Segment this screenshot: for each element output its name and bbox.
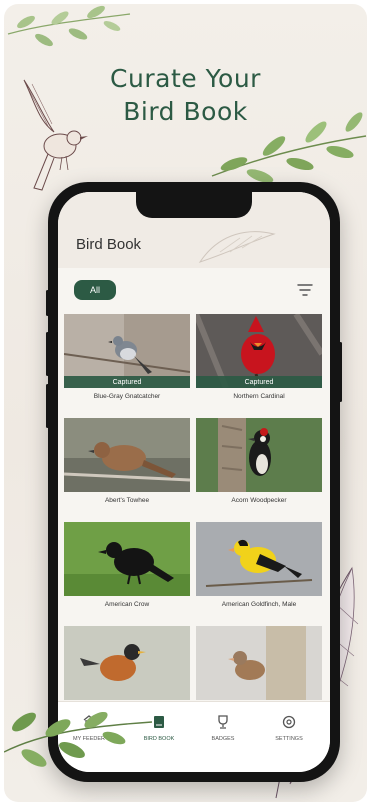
promo-card: Curate Your Bird Book Bird Book All Capt… bbox=[4, 4, 367, 802]
bird-photo bbox=[196, 418, 322, 492]
filter-chip-all[interactable]: All bbox=[74, 280, 116, 300]
leaf-branch-bottom-left-icon bbox=[4, 711, 153, 767]
nav-label: BADGES bbox=[211, 736, 235, 742]
nav-label: SETTINGS bbox=[275, 736, 303, 742]
bird-photo bbox=[64, 626, 190, 700]
headline-line-1: Curate Your bbox=[110, 64, 261, 93]
phone-side-button bbox=[46, 332, 49, 376]
phone-notch bbox=[136, 192, 252, 218]
page-title: Bird Book bbox=[76, 236, 142, 253]
trophy-icon bbox=[218, 715, 228, 729]
leaf-branch-top-left-icon bbox=[7, 5, 131, 47]
phone-side-button bbox=[46, 290, 49, 316]
bird-name: Blue-Gray Gnatcatcher bbox=[93, 393, 161, 400]
captured-badge: Captured bbox=[196, 376, 322, 388]
bird-card[interactable]: Acorn Woodpecker bbox=[196, 418, 322, 516]
bird-card[interactable]: American Goldfinch, Male bbox=[196, 522, 322, 620]
bird-photo bbox=[64, 522, 190, 596]
bird-name: American Crow bbox=[104, 601, 150, 608]
bird-name: Acorn Woodpecker bbox=[231, 497, 287, 504]
gear-icon bbox=[282, 715, 296, 729]
bird-photo: Captured bbox=[196, 314, 322, 388]
bird-grid: Captured Blue-Gray Gnatcatcher Captured … bbox=[64, 314, 324, 724]
phone-power-button bbox=[339, 342, 342, 402]
bird-card[interactable]: Captured Northern Cardinal bbox=[196, 314, 322, 412]
header-sketch-bird-icon bbox=[198, 231, 276, 263]
headline-line-2: Bird Book bbox=[123, 97, 248, 126]
bird-photo bbox=[196, 522, 322, 596]
bird-card[interactable]: American Crow bbox=[64, 522, 190, 620]
phone-screen: Bird Book All Captured Blue-Gray Gnatcat… bbox=[58, 192, 330, 772]
bird-photo bbox=[196, 626, 322, 700]
bird-card[interactable]: Abert's Towhee bbox=[64, 418, 190, 516]
nav-badges[interactable]: BADGES bbox=[198, 714, 248, 742]
filter-icon[interactable] bbox=[296, 282, 314, 298]
bird-photo bbox=[64, 418, 190, 492]
bird-name: Abert's Towhee bbox=[104, 497, 150, 504]
bird-name: Northern Cardinal bbox=[233, 393, 285, 400]
bird-card[interactable]: Captured Blue-Gray Gnatcatcher bbox=[64, 314, 190, 412]
promo-headline: Curate Your Bird Book bbox=[4, 62, 367, 128]
phone-side-button bbox=[46, 384, 49, 428]
nav-settings[interactable]: SETTINGS bbox=[264, 714, 314, 742]
bird-name: American Goldfinch, Male bbox=[221, 601, 297, 608]
filter-bar: All bbox=[58, 268, 330, 312]
captured-badge: Captured bbox=[64, 376, 190, 388]
bird-photo: Captured bbox=[64, 314, 190, 388]
